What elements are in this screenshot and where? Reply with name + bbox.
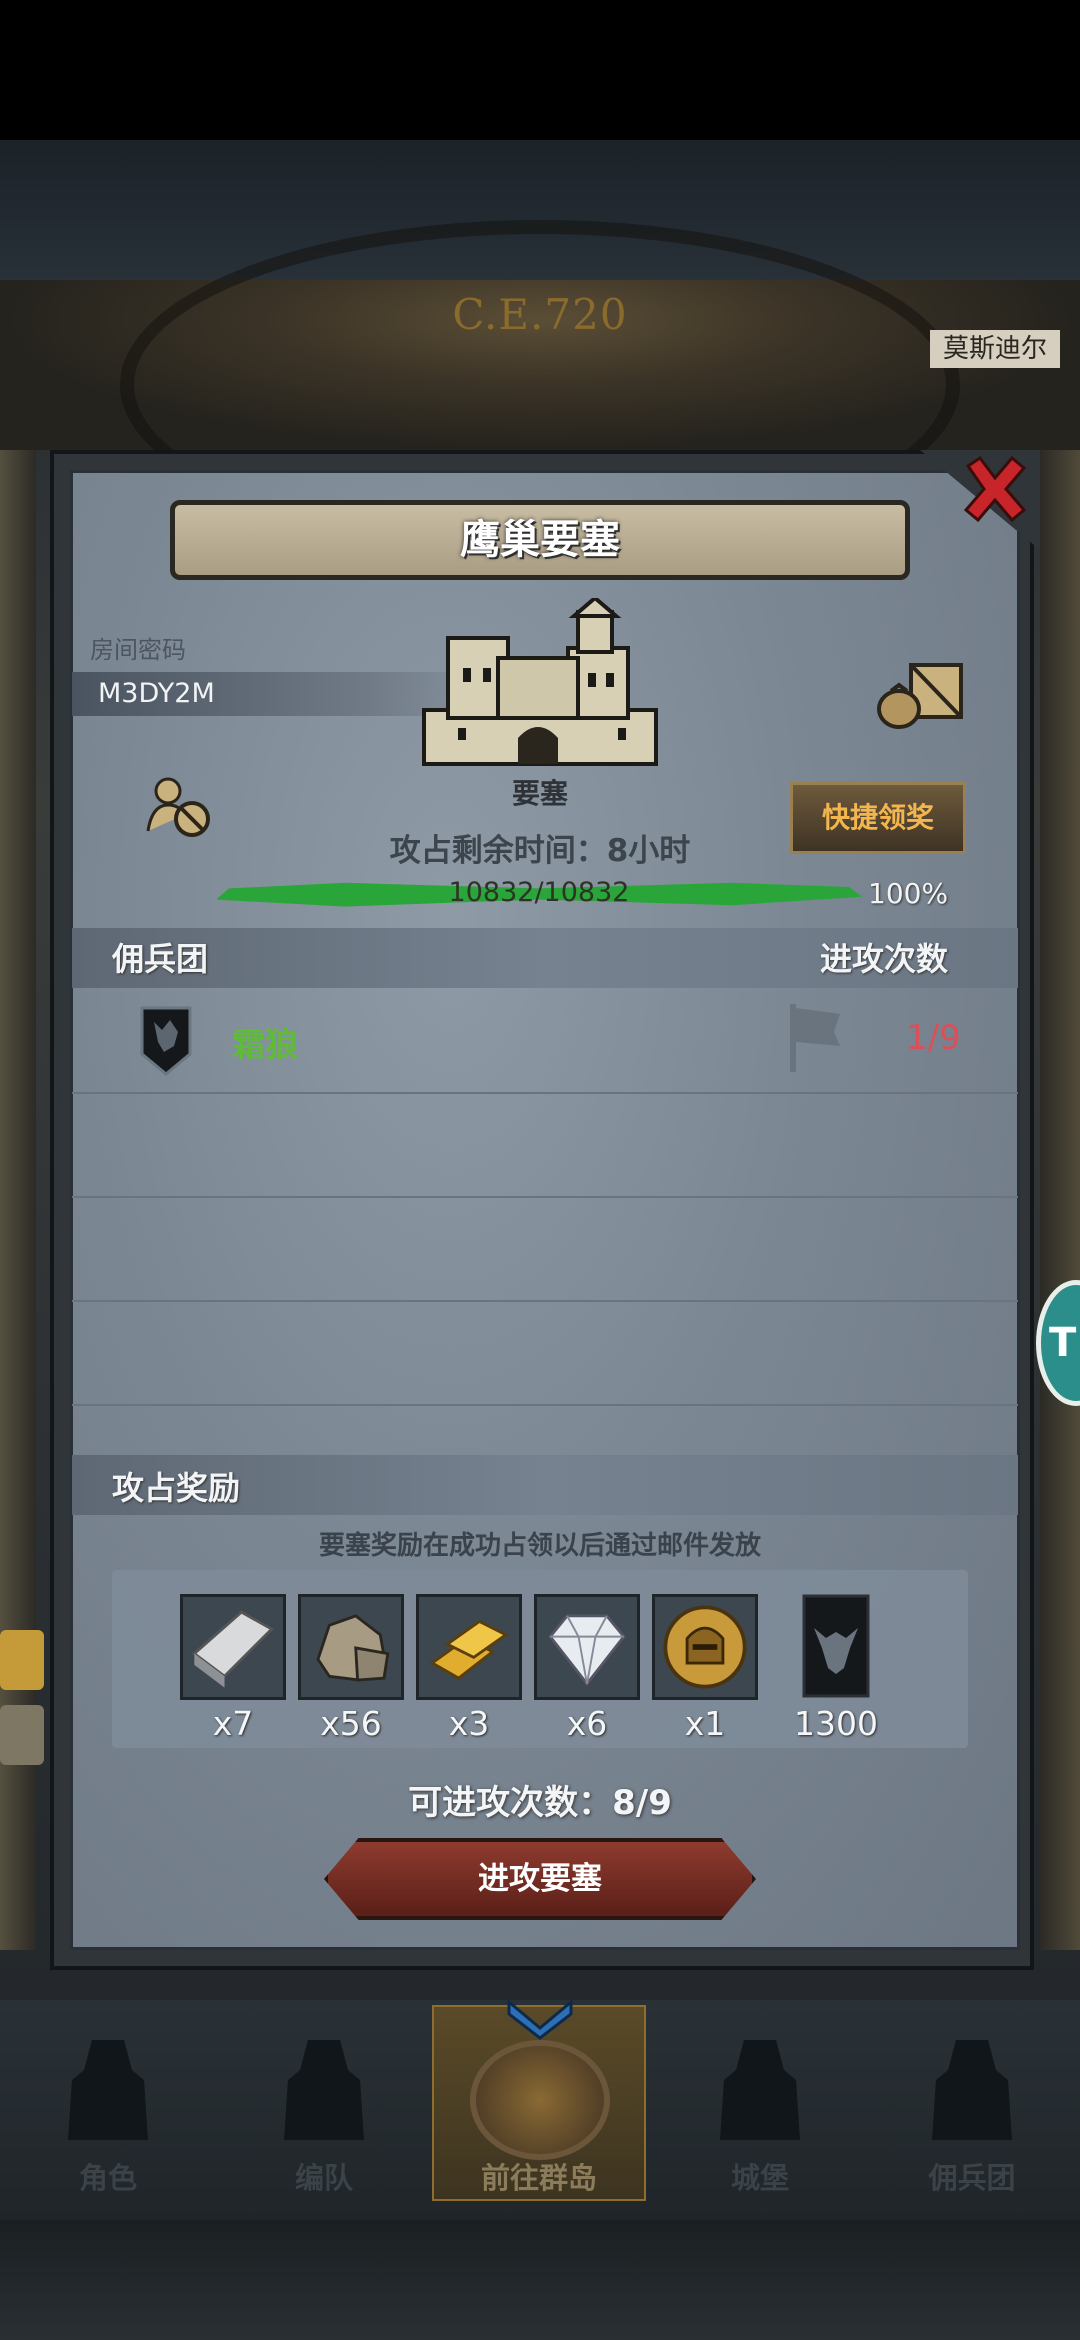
bottom-strip: [0, 2220, 1080, 2340]
dialog-title: 鹰巢要塞: [460, 517, 620, 563]
attack-fortress-button[interactable]: 进攻要塞: [324, 1838, 756, 1920]
building-label: 要塞: [511, 777, 568, 810]
wolf-shield-icon: [140, 1006, 192, 1076]
empty-row: [72, 1198, 1018, 1302]
knight-helmet-coin-icon[interactable]: [652, 1594, 758, 1700]
no-user-icon[interactable]: [146, 775, 214, 839]
mercenary-attacks: 1/9: [906, 1018, 961, 1058]
location-tag[interactable]: 莫斯迪尔: [930, 330, 1060, 368]
diamond-icon[interactable]: [534, 1594, 640, 1700]
fortress-hp-value: 10832/10832: [448, 877, 630, 908]
left-side-icon[interactable]: [0, 1630, 44, 1690]
list-item[interactable]: [72, 990, 1018, 1094]
attack-count-header: 进攻次数: [820, 940, 949, 978]
islands-map-icon: [470, 2040, 610, 2160]
remaining-attacks: 可进攻次数：8/9: [408, 1783, 672, 1823]
reward-qty: x56: [320, 1704, 382, 1743]
resource-bag-crate-icon[interactable]: [875, 655, 967, 731]
nav-item-character[interactable]: 角色: [18, 2020, 198, 2210]
status-bar: [0, 0, 1080, 140]
era-label: C.E.720: [452, 290, 628, 339]
reward-header: 攻占奖励: [112, 1469, 241, 1507]
reward-qty: x7: [212, 1704, 254, 1743]
nav-item-castle[interactable]: 城堡: [670, 2020, 850, 2210]
mercenary-icon: [932, 2040, 1012, 2140]
mercenary-name[interactable]: 霜狼: [232, 1018, 298, 1066]
close-icon[interactable]: [958, 452, 1032, 526]
nav-label: 城堡: [730, 2161, 789, 2195]
nav-label: 佣兵团: [928, 2161, 1016, 2195]
nav-item-formation[interactable]: 编队: [234, 2020, 414, 2210]
flag-icon: [790, 1004, 840, 1072]
reward-note: 要塞奖励在成功占领以后通过邮件发放: [318, 1531, 761, 1561]
stone-icon[interactable]: [298, 1594, 404, 1700]
nav-label: 角色: [78, 2161, 137, 2195]
left-side-icon[interactable]: [0, 1705, 44, 1765]
chevron-down-icon: [507, 1998, 573, 2040]
fortress-icon: [422, 598, 658, 766]
reward-qty: x1: [684, 1704, 726, 1743]
right-edge-decoration: [1040, 450, 1080, 1950]
bull-banner-icon[interactable]: [800, 1594, 872, 1700]
room-code-value[interactable]: M3DY2M: [98, 672, 215, 716]
time-remaining: 攻占剩余时间：8小时: [389, 833, 691, 869]
castle-icon: [720, 2040, 800, 2140]
empty-row: [72, 1302, 1018, 1406]
reward-qty: 1300: [794, 1704, 878, 1743]
room-code-label: 房间密码: [90, 636, 186, 664]
quick-claim-button[interactable]: 快捷领奖: [790, 782, 966, 854]
fortress-hp-percent: 100%: [868, 877, 949, 910]
empty-row: [72, 1094, 1018, 1198]
nav-label: 前往群岛: [480, 2161, 597, 2195]
gold-bars-icon[interactable]: [416, 1594, 522, 1700]
character-icon: [68, 2040, 148, 2140]
reward-qty: x3: [448, 1704, 490, 1743]
nav-label: 编队: [294, 2161, 353, 2195]
silver-ingot-icon[interactable]: [180, 1594, 286, 1700]
mercenary-header: 佣兵团: [112, 940, 209, 978]
reward-qty: x6: [566, 1704, 608, 1743]
formation-icon: [284, 2040, 364, 2140]
nav-item-mercenary[interactable]: 佣兵团: [882, 2020, 1062, 2210]
